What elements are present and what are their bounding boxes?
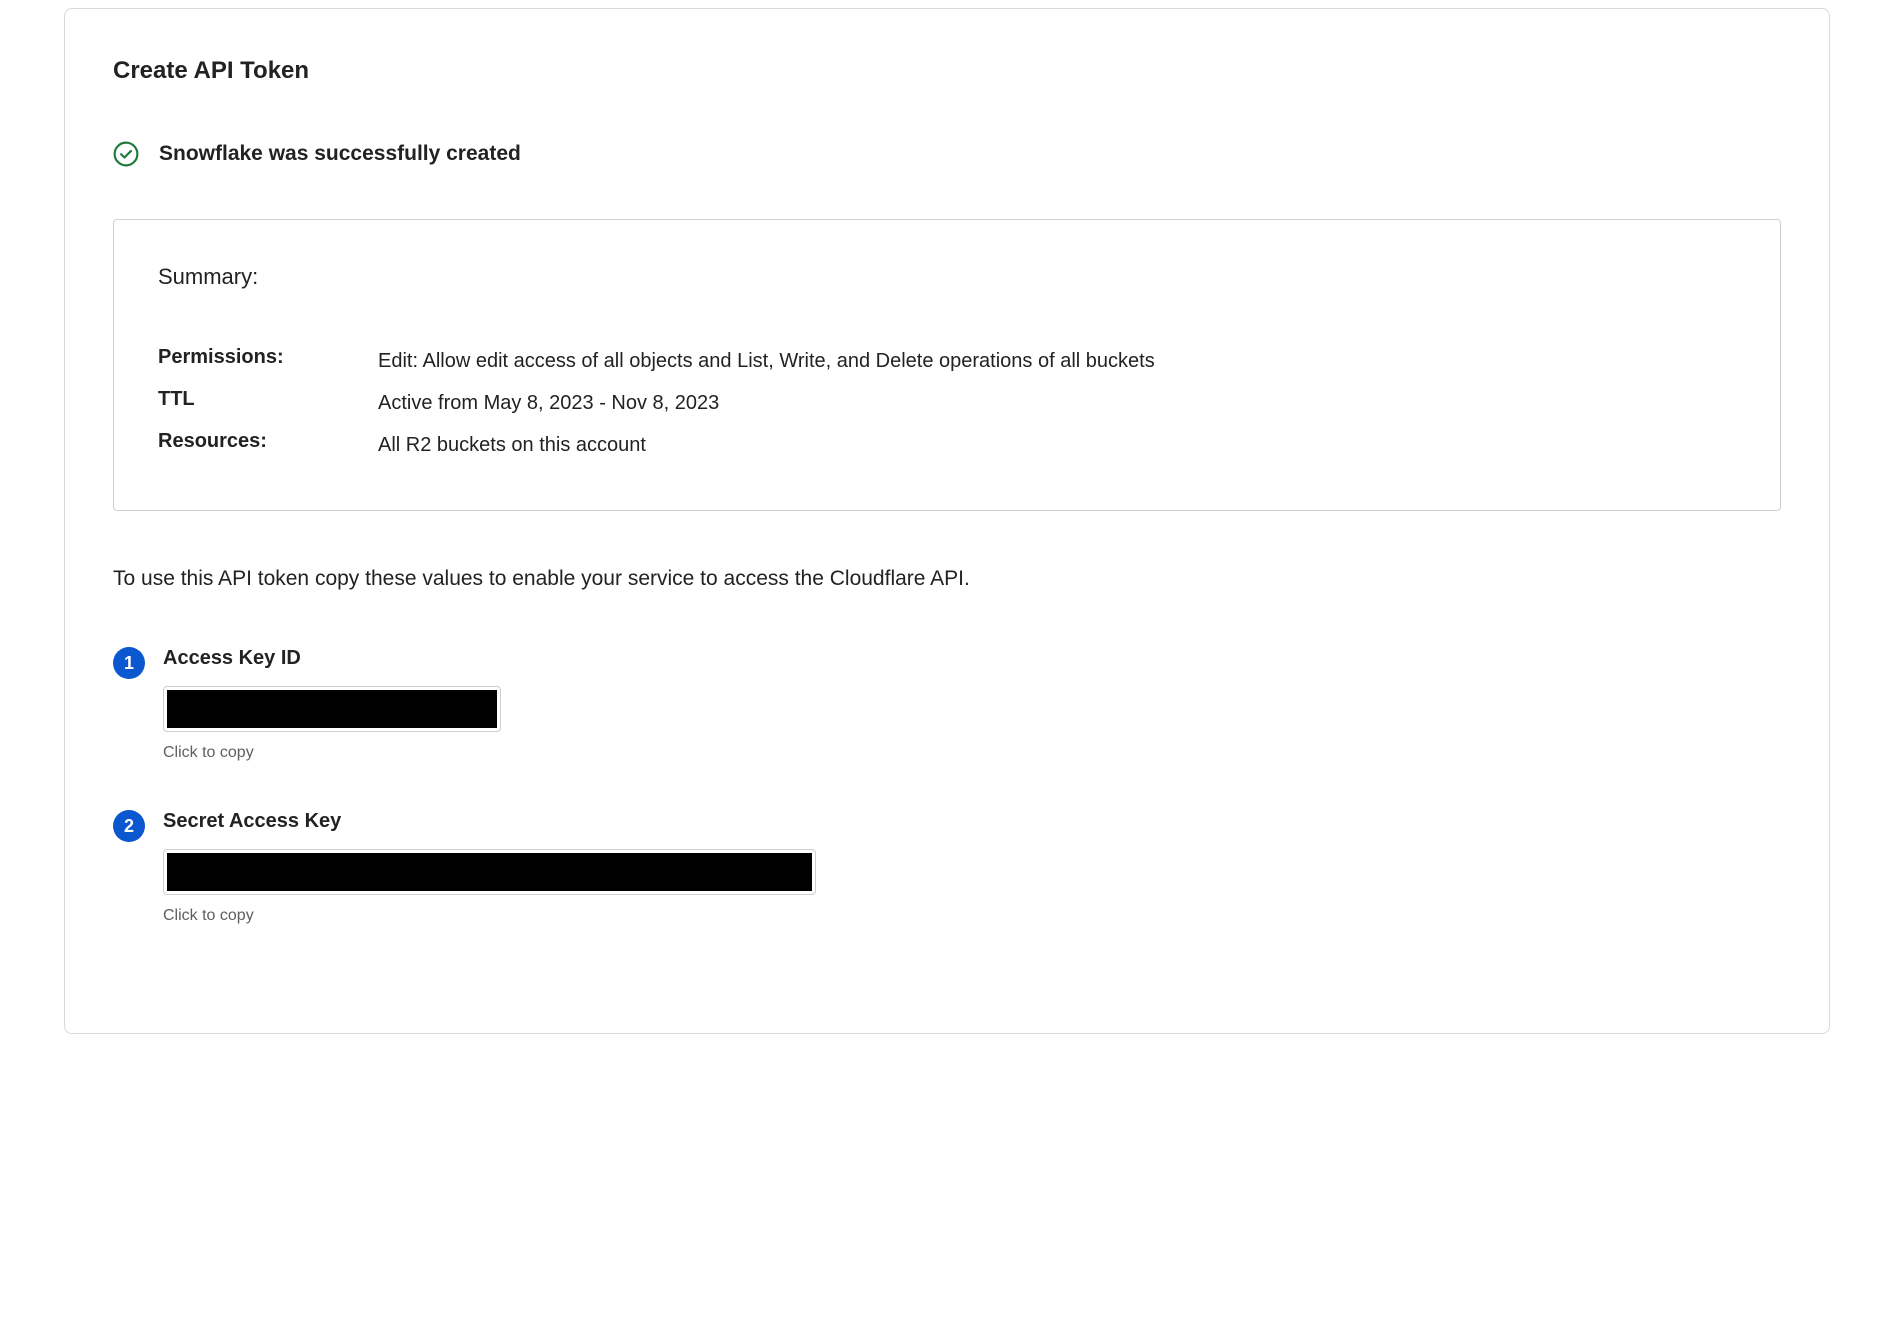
secret-key-value[interactable] [163, 849, 816, 895]
step-badge-2: 2 [113, 810, 145, 842]
summary-value-ttl: Active from May 8, 2023 - Nov 8, 2023 [378, 388, 719, 418]
summary-label-resources: Resources: [158, 430, 378, 453]
redacted-block [167, 690, 497, 728]
summary-value-permissions: Edit: Allow edit access of all objects a… [378, 346, 1155, 376]
summary-label-permissions: Permissions: [158, 346, 378, 369]
summary-row-ttl: TTL Active from May 8, 2023 - Nov 8, 202… [158, 388, 1736, 418]
secret-key-content: Secret Access Key Click to copy [163, 810, 816, 925]
step-badge-1: 1 [113, 647, 145, 679]
check-circle-icon [113, 141, 139, 167]
page-title: Create API Token [113, 57, 1781, 85]
access-key-block: 1 Access Key ID Click to copy [113, 647, 1781, 762]
access-key-value[interactable] [163, 686, 501, 732]
summary-heading: Summary: [158, 264, 1736, 290]
redacted-block [167, 853, 812, 891]
success-banner: Snowflake was successfully created [113, 141, 1781, 167]
secret-key-block: 2 Secret Access Key Click to copy [113, 810, 1781, 925]
page-container: Create API Token Snowflake was successfu… [64, 8, 1830, 1034]
secret-key-label: Secret Access Key [163, 810, 816, 833]
summary-box: Summary: Permissions: Edit: Allow edit a… [113, 219, 1781, 511]
summary-label-ttl: TTL [158, 388, 378, 411]
access-key-content: Access Key ID Click to copy [163, 647, 501, 762]
success-message: Snowflake was successfully created [159, 142, 521, 166]
access-key-copy-hint[interactable]: Click to copy [163, 744, 501, 762]
summary-row-resources: Resources: All R2 buckets on this accoun… [158, 430, 1736, 460]
secret-key-copy-hint[interactable]: Click to copy [163, 907, 816, 925]
instructions-text: To use this API token copy these values … [113, 567, 1781, 591]
summary-value-resources: All R2 buckets on this account [378, 430, 646, 460]
summary-row-permissions: Permissions: Edit: Allow edit access of … [158, 346, 1736, 376]
access-key-label: Access Key ID [163, 647, 501, 670]
